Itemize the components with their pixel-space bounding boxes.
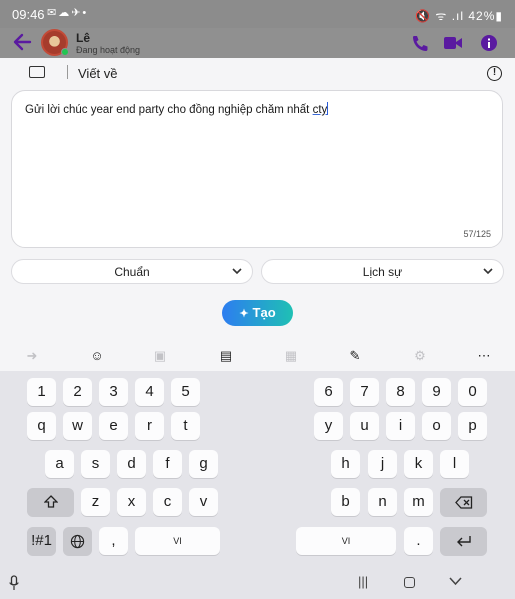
- shift-key[interactable]: [27, 488, 74, 516]
- key-r[interactable]: r: [135, 412, 164, 440]
- home-icon[interactable]: [404, 577, 415, 588]
- key-0[interactable]: 0: [458, 378, 487, 406]
- globe-icon: [70, 534, 85, 549]
- style-dropdown-label: Lịch sự: [362, 265, 403, 279]
- generate-button[interactable]: ✦ Tạo: [222, 300, 293, 326]
- style-dropdown[interactable]: Lịch sự: [261, 259, 504, 284]
- key-e[interactable]: e: [99, 412, 128, 440]
- period-key[interactable]: .: [404, 527, 433, 555]
- clipboard-icon[interactable]: ▤: [218, 348, 234, 364]
- key-s[interactable]: s: [81, 450, 110, 478]
- key-6[interactable]: 6: [314, 378, 343, 406]
- key-v[interactable]: v: [189, 488, 218, 516]
- notification-icons: ✉☁✈•: [47, 7, 89, 19]
- status-bar: 09:46 ✉☁✈• 🔇 ᯤ .ıl 42%▮: [0, 0, 515, 28]
- keyboard-toolbar: ➜ ☺ ▣ ▤ ▦ ✎ ⚙ ⋯: [0, 341, 515, 371]
- phone-call-icon[interactable]: [410, 34, 430, 52]
- shift-icon: [42, 495, 59, 508]
- key-t[interactable]: t: [171, 412, 200, 440]
- key-l[interactable]: l: [440, 450, 469, 478]
- online-indicator: [61, 48, 69, 56]
- key-y[interactable]: y: [314, 412, 343, 440]
- status-time: 09:46: [12, 7, 45, 22]
- contact-name[interactable]: Lê: [76, 31, 90, 45]
- key-z[interactable]: z: [81, 488, 110, 516]
- key-k[interactable]: k: [404, 450, 433, 478]
- symbols-key[interactable]: !#1: [27, 527, 56, 555]
- back-arrow-icon[interactable]: [12, 31, 32, 53]
- hide-keyboard-icon[interactable]: [449, 577, 462, 586]
- text-caret: [327, 102, 329, 115]
- key-a[interactable]: a: [45, 450, 74, 478]
- key-b[interactable]: b: [331, 488, 360, 516]
- chevron-down-icon: [232, 268, 242, 275]
- key-c[interactable]: c: [153, 488, 182, 516]
- chat-header: Lê Đang hoạt động: [0, 28, 515, 58]
- key-2[interactable]: 2: [63, 378, 92, 406]
- sparkle-icon: ✦: [239, 308, 249, 320]
- backspace-icon: [454, 496, 472, 509]
- contact-status: Đang hoạt động: [76, 45, 141, 55]
- space-key-right[interactable]: VI: [296, 527, 396, 555]
- keyboard-icon[interactable]: [29, 66, 45, 78]
- language-key[interactable]: [63, 527, 92, 555]
- system-status-icons: 🔇 ᯤ .ıl 42%▮: [415, 9, 503, 23]
- tone-dropdown[interactable]: Chuẩn: [11, 259, 253, 284]
- prompt-text: Gửi lời chúc year end party cho đồng ngh…: [25, 102, 329, 116]
- key-7[interactable]: 7: [350, 378, 379, 406]
- emoji-icon[interactable]: ☺: [89, 348, 105, 364]
- settings-icon[interactable]: ⚙: [412, 348, 428, 364]
- key-i[interactable]: i: [386, 412, 415, 440]
- backspace-key[interactable]: [440, 488, 487, 516]
- key-o[interactable]: o: [422, 412, 451, 440]
- key-5[interactable]: 5: [171, 378, 200, 406]
- prompt-text-main: Gửi lời chúc year end party cho đồng ngh…: [25, 104, 313, 116]
- generate-label: Tạo: [252, 305, 276, 320]
- key-x[interactable]: x: [117, 488, 146, 516]
- key-p[interactable]: p: [458, 412, 487, 440]
- panel-title: Viết về: [78, 66, 118, 81]
- chevron-down-icon: [483, 268, 493, 275]
- arrow-right-icon[interactable]: ➜: [24, 348, 40, 364]
- sticker-icon[interactable]: ▣: [152, 348, 168, 364]
- key-3[interactable]: 3: [99, 378, 128, 406]
- key-9[interactable]: 9: [422, 378, 451, 406]
- microphone-icon[interactable]: [9, 575, 19, 591]
- key-8[interactable]: 8: [386, 378, 415, 406]
- recent-apps-icon[interactable]: |||: [358, 574, 368, 589]
- key-q[interactable]: q: [27, 412, 56, 440]
- video-call-icon[interactable]: [443, 34, 463, 52]
- key-1[interactable]: 1: [27, 378, 56, 406]
- character-count: 57/125: [463, 229, 491, 239]
- space-key-left[interactable]: VI: [135, 527, 220, 555]
- info-icon[interactable]: !: [487, 66, 502, 81]
- info-circle-icon[interactable]: [479, 34, 499, 52]
- key-n[interactable]: n: [368, 488, 397, 516]
- gif-icon[interactable]: ▦: [283, 348, 299, 364]
- enter-icon: [456, 536, 471, 547]
- key-g[interactable]: g: [189, 450, 218, 478]
- enter-key[interactable]: [440, 527, 487, 555]
- more-icon[interactable]: ⋯: [476, 348, 492, 364]
- tone-dropdown-label: Chuẩn: [114, 265, 150, 279]
- writing-assist-panel: Viết về ! Gửi lời chúc year end party ch…: [0, 58, 515, 371]
- key-j[interactable]: j: [368, 450, 397, 478]
- prompt-input[interactable]: Gửi lời chúc year end party cho đồng ngh…: [11, 90, 503, 248]
- key-w[interactable]: w: [63, 412, 92, 440]
- key-d[interactable]: d: [117, 450, 146, 478]
- key-m[interactable]: m: [404, 488, 433, 516]
- key-u[interactable]: u: [350, 412, 379, 440]
- key-h[interactable]: h: [331, 450, 360, 478]
- key-4[interactable]: 4: [135, 378, 164, 406]
- key-f[interactable]: f: [153, 450, 182, 478]
- comma-key[interactable]: ,: [99, 527, 128, 555]
- handwriting-icon[interactable]: ✎: [347, 348, 363, 364]
- divider: [67, 65, 68, 79]
- prompt-text-underlined: cty: [312, 104, 328, 116]
